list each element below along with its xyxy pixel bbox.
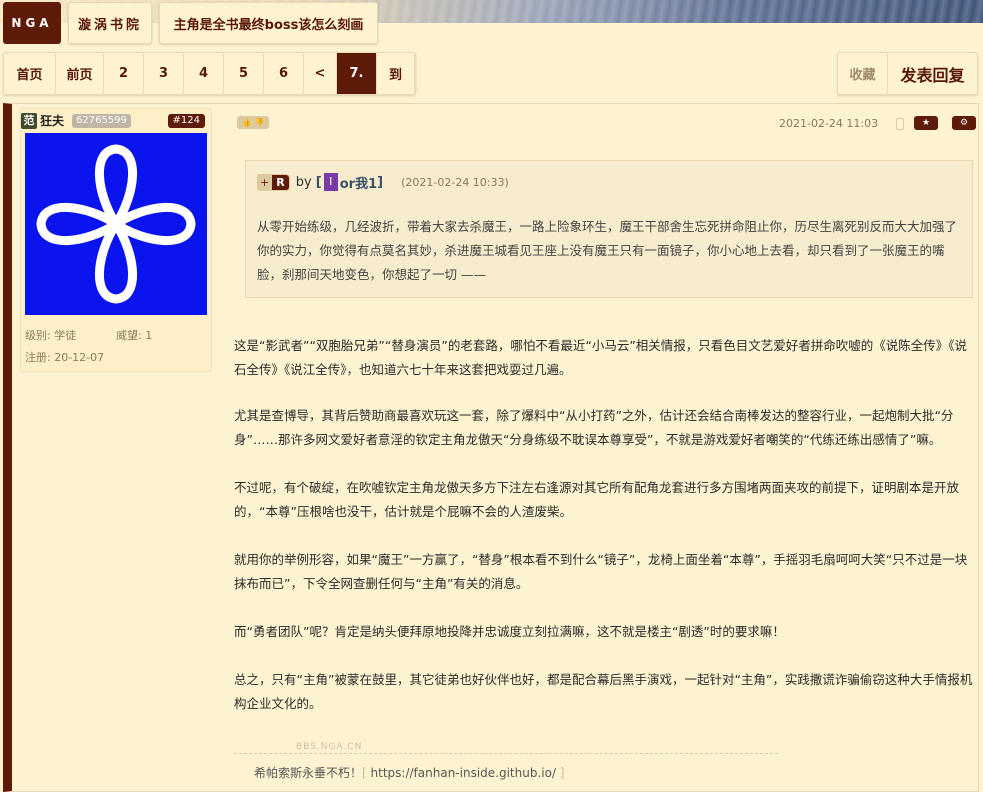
plus-icon: + xyxy=(260,175,270,189)
quote-text: 从零开始练级，几经波折，带着大家去杀魔王，一路上险象环生，魔王干部舍生忘死拼命阻… xyxy=(257,219,958,282)
user-prestige: 威望: 1 xyxy=(116,329,153,342)
post-paragraph: 总之，只有“主角”被蒙在鼓里，其它徒弟也好伙伴也好，都是配合幕后黑手演戏，一起针… xyxy=(234,672,973,711)
post-timestamp: 2021-02-24 11:03 xyxy=(779,117,879,130)
quote-bracket-close: ] xyxy=(377,174,384,190)
page-button-7[interactable]: < xyxy=(304,53,337,94)
user-registered: 注册: 20-12-07 xyxy=(25,351,105,364)
clover-knot-icon xyxy=(36,144,196,304)
user-level: 级别: 学徒 xyxy=(25,329,77,342)
quote-by: by xyxy=(295,174,312,190)
post-paragraph: 就用你的举例形容，如果“魔王”一方赢了，“替身”根本看不到什么“镜子”，龙椅上面… xyxy=(234,552,968,591)
breadcrumb-forum[interactable]: 漩涡书院 xyxy=(68,2,152,44)
post-paragraph: 这是“影武者”“双胞胎兄弟”“替身演员”的老套路，哪怕不看最近“小马云”相关情报… xyxy=(234,338,968,377)
favorite-button[interactable]: 收藏 xyxy=(838,53,888,94)
signature: 希帕索斯永垂不朽！[ https://fanhan-inside.github.… xyxy=(254,766,565,780)
star-icon[interactable]: ★ xyxy=(914,116,938,130)
breadcrumb-thread[interactable]: 主角是全书最终boss该怎么刻画 xyxy=(159,2,378,44)
user-badge-icon: 范 xyxy=(21,112,37,129)
username[interactable]: 范 狂夫 xyxy=(21,112,64,129)
post-paragraph: 不过呢，有个破绽，在吹嘘钦定主角龙傲天多方下注左右逢源对其它所有配角龙套进行多方… xyxy=(234,480,960,519)
quote-block: + R by [Ior我1] (2021-02-24 10:33) 从零开始练级，… xyxy=(245,160,973,298)
post-paragraph: 尤其是查博导，其背后赞助商最喜欢玩这一套，除了爆料中“从小打药”之外，估计还会结… xyxy=(234,408,954,447)
quote-time: (2021-02-24 10:33) xyxy=(401,175,509,189)
page-button-3[interactable]: 3 xyxy=(144,53,184,94)
quote-bracket-open: [ xyxy=(315,174,322,190)
username-text[interactable]: 狂夫 xyxy=(40,112,64,129)
like-buttons[interactable]: 👍 👎 xyxy=(237,116,269,129)
post-124: 范 狂夫 62765599 #124 级别: 学徒 威望: 1 注册: 20-1… xyxy=(3,103,979,792)
pagination: 首页 前页 2 3 4 5 6 <7. 到 xyxy=(3,52,416,95)
thumbs-up-icon[interactable]: 👍 xyxy=(242,118,252,127)
user-panel: 范 狂夫 62765599 #124 级别: 学徒 威望: 1 注册: 20-1… xyxy=(20,108,212,372)
signature-divider xyxy=(234,753,778,754)
top-bar: NGA 漩涡书院 主角是全书最终boss该怎么刻画 xyxy=(0,0,983,48)
page-button-6[interactable]: 6 xyxy=(264,53,304,94)
page-button-4[interactable]: 4 xyxy=(184,53,224,94)
user-id-badge: 62765599 xyxy=(72,114,131,128)
signature-link[interactable]: https://fanhan-inside.github.io/ xyxy=(371,766,556,780)
floor-number[interactable]: #124 xyxy=(167,114,205,128)
page-button-0[interactable]: 首页 xyxy=(4,53,56,94)
post-paragraph: 而“勇者团队”呢？肯定是纳头便拜原地投降并忠诚度立刻拉满嘛，这不就是楼主“剧透”… xyxy=(234,624,785,639)
signature-text: 希帕索斯永垂不朽！ xyxy=(254,766,363,780)
page-button-5[interactable]: 5 xyxy=(224,53,264,94)
reply-button[interactable]: 发表回复 xyxy=(888,53,977,94)
thread-actions: 收藏 发表回复 xyxy=(837,52,978,95)
page-button-1[interactable]: 前页 xyxy=(56,53,104,94)
mobile-icon xyxy=(896,118,904,130)
gear-icon[interactable]: ⚙ xyxy=(952,116,976,130)
rate-r-icon: R xyxy=(272,174,289,190)
post-content: 👍 👎 2021-02-24 11:03 ★ ⚙ + R by [Ior我1] (2… xyxy=(224,104,976,792)
page-button-2[interactable]: 2 xyxy=(104,53,144,94)
rate-tag[interactable]: + R xyxy=(257,173,290,191)
page-button-9[interactable]: 到 xyxy=(377,53,415,94)
site-logo[interactable]: NGA xyxy=(3,2,61,44)
quote-author-avatar: I xyxy=(323,173,338,191)
page-button-8[interactable]: 7. xyxy=(337,53,377,94)
avatar xyxy=(25,133,207,315)
thumbs-down-icon[interactable]: 👎 xyxy=(255,118,265,127)
quote-header: + R by [Ior我1] (2021-02-24 10:33) xyxy=(257,173,509,192)
watermark: BBS.NGA.CN xyxy=(296,742,363,752)
quote-author[interactable]: or我1 xyxy=(340,173,377,192)
